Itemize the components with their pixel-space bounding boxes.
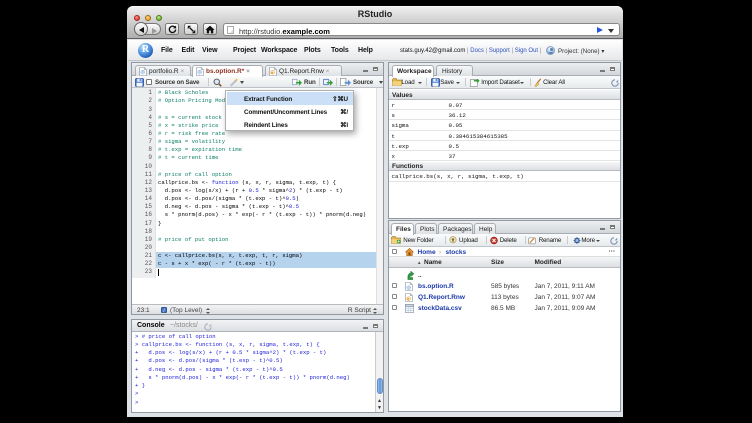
- svg-text:R: R: [198, 70, 201, 75]
- svg-text:R: R: [407, 285, 410, 290]
- svg-text:R: R: [141, 70, 144, 75]
